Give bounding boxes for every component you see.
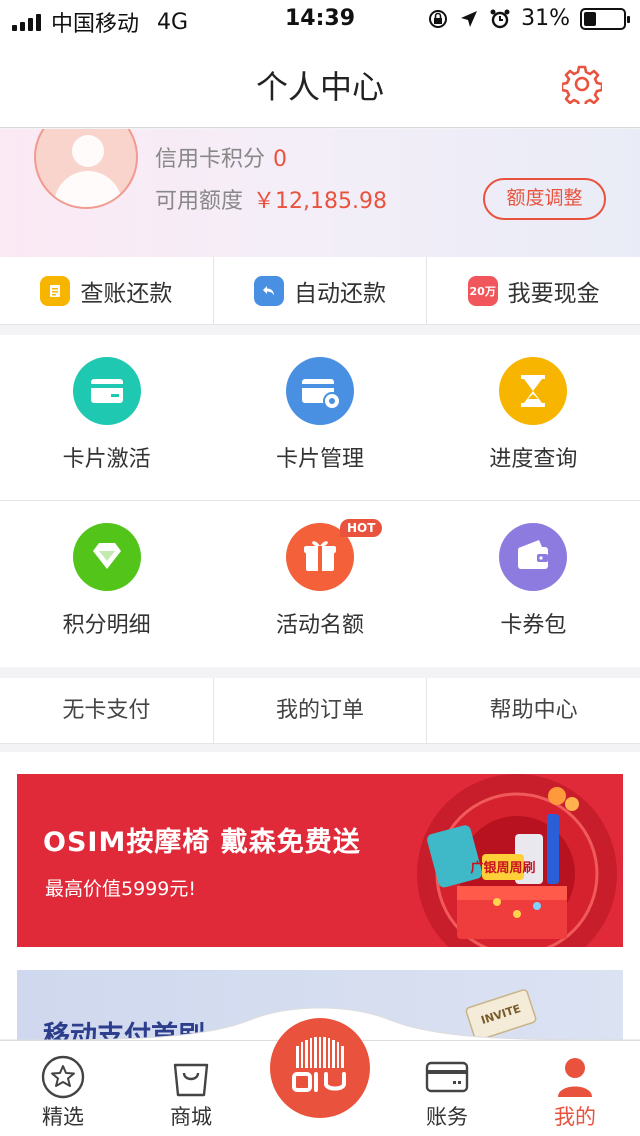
hot-badge: HOT [339,519,383,537]
limit-value: ￥12,185.98 [253,189,387,214]
grid-item-label: 卡片管理 [275,447,364,472]
quick-actions: 查账还款 自动还款 20万 我要现金 [0,257,640,325]
tab-mall[interactable]: 商城 [131,1041,251,1136]
promo-banner-osim[interactable]: OSIM按摩椅 戴森免费送 最高价值5999元! 广银周周刷 [17,774,623,947]
card-settings-icon [285,357,354,425]
battery-fill [584,11,596,26]
cash-20wan-icon: 20万 [467,275,498,306]
quick-action-label: 查账还款 [80,280,173,307]
points-label: 信用卡积分 [155,147,266,172]
secondary-links: 无卡支付 我的订单 帮助中心 [0,678,640,744]
grid-item-card-management[interactable]: 卡片管理 [213,335,426,500]
grid-item-label: 卡片激活 [62,447,151,472]
status-bar: 中国移动 4G 14:39 31% [0,0,640,40]
barcode-logo-icon [292,1037,346,1092]
battery-icon [580,7,630,30]
page-title: 个人中心 [255,68,384,106]
quick-action-cash[interactable]: 20万 我要现金 [427,257,640,324]
grid-item-label: 活动名额 [275,613,364,638]
avatar-body [54,171,122,207]
location-icon [461,10,478,27]
shopping-bag-icon [173,1063,209,1097]
grid-item-label: 进度查询 [489,447,578,472]
credit-points: 信用卡积分 0 [155,141,287,173]
grid-item-activity-quota[interactable]: HOT 活动名额 [213,501,426,667]
hourglass-icon [499,357,568,425]
grid-item-coupon-wallet[interactable]: 卡券包 [427,501,640,667]
quick-action-label: 我要现金 [507,280,600,307]
grid-item-card-activation[interactable]: 卡片激活 [0,335,213,500]
tab-label: 精选 [42,1105,84,1129]
points-value: 0 [273,147,288,172]
profile-card: 信用卡积分 0 可用额度 ￥12,185.98 额度调整 [0,129,640,257]
grid-item-label: 积分明细 [62,613,151,638]
promo-illustration: 广银周周刷 [417,774,617,947]
service-grid-row: 卡片激活 卡片管理 进度查询 [0,335,640,501]
grid-item-label: 卡券包 [500,613,567,638]
promo-badge-text: 广银周周刷 [470,860,535,876]
tab-label: 我的 [554,1105,596,1129]
orientation-lock-icon [429,9,448,28]
card-icon [72,357,141,425]
link-my-orders[interactable]: 我的订单 [214,678,428,743]
navigation-bar: 个人中心 [0,40,640,128]
service-grid: 卡片激活 卡片管理 进度查询 积分明细 HOT 活动名额 卡券包 [0,335,640,667]
banner-subline: 最高价值5999元! [45,878,196,900]
service-grid-row: 积分明细 HOT 活动名额 卡券包 [0,501,640,667]
gear-icon[interactable] [562,64,602,104]
grid-item-progress-query[interactable]: 进度查询 [427,335,640,500]
alarm-icon [490,9,510,28]
star-icon [41,1055,85,1099]
tab-label: 账务 [426,1105,468,1129]
link-cardless-pay[interactable]: 无卡支付 [0,678,214,743]
card-icon [425,1061,469,1093]
avatar[interactable] [34,129,138,209]
tab-accounts[interactable]: 账务 [387,1041,507,1136]
tab-mine[interactable]: 我的 [515,1041,635,1136]
quick-action-bill[interactable]: 查账还款 [0,257,214,324]
grid-item-points-detail[interactable]: 积分明细 [0,501,213,667]
tab-label: 商城 [170,1105,212,1129]
wallet-icon [499,523,568,591]
user-icon [558,1058,592,1097]
quick-action-autopay[interactable]: 自动还款 [214,257,428,324]
link-help-center[interactable]: 帮助中心 [427,678,640,743]
tab-featured[interactable]: 精选 [3,1041,123,1136]
bill-icon [40,275,71,306]
limit-label: 可用额度 [155,189,244,214]
available-limit: 可用额度 ￥12,185.98 [155,183,387,215]
diamond-icon [72,523,141,591]
status-right: 31% [427,6,630,31]
avatar-head [72,135,104,167]
battery-percent: 31% [521,6,570,31]
adjust-limit-button[interactable]: 额度调整 [483,178,606,220]
quick-action-label: 自动还款 [294,280,386,307]
banner-headline: OSIM按摩椅 戴森免费送 [43,827,361,858]
return-arrow-icon [254,275,284,306]
center-home-button[interactable] [270,1018,370,1118]
